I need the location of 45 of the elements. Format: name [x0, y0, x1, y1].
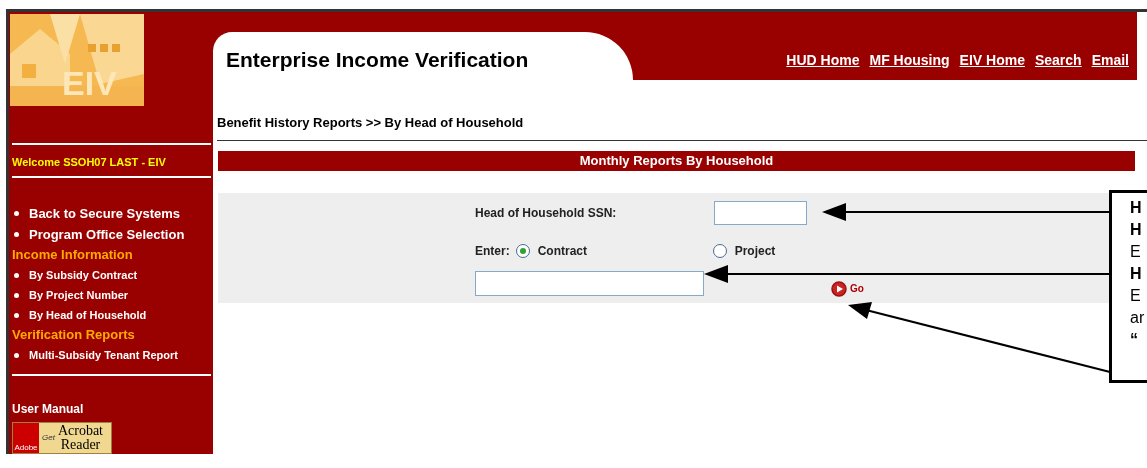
section-bar: Monthly Reports By Household — [218, 150, 1135, 171]
manual-heading: User Manual — [11, 401, 85, 419]
sidebar-heading: Verification Reports — [11, 326, 136, 345]
ssn-label: Head of Household SSN: — [475, 204, 618, 222]
sidebar-link[interactable]: Multi-Subsidy Tenant Report — [29, 345, 178, 366]
brand-text: Adobe — [14, 443, 38, 453]
callout-text: H — [1130, 198, 1143, 218]
radio-label: Project — [734, 242, 776, 260]
bullet-icon — [14, 211, 19, 217]
callout-text: H — [1130, 264, 1143, 284]
nav-link[interactable]: HUD Home — [786, 50, 860, 71]
callout-text: H — [1130, 220, 1143, 240]
sidebar-link[interactable]: By Project Number — [29, 285, 129, 306]
badge-text: Reader — [60, 438, 101, 453]
nav-link[interactable]: Email — [1091, 50, 1129, 71]
badge-small-text: Get — [42, 432, 55, 445]
enter-label: Enter: — [475, 242, 510, 260]
page-title: Enterprise Income Verification — [226, 48, 529, 71]
welcome-text: Welcome SSOH07 LAST - EIV — [11, 154, 167, 170]
radio-button[interactable] — [515, 243, 530, 258]
ssn-field[interactable] — [714, 200, 807, 225]
bullet-icon — [14, 272, 19, 278]
sidebar-link[interactable]: Program Office Selection — [29, 224, 185, 246]
sidebar-link[interactable]: By Subsidy Contract — [29, 265, 138, 286]
radio-label: Contract — [537, 242, 587, 260]
bullet-icon — [14, 292, 19, 298]
nav-link[interactable]: EIV Home — [959, 50, 1025, 71]
go-button[interactable]: Go — [831, 280, 864, 297]
bullet-icon — [14, 312, 19, 318]
nav-link[interactable]: MF Housing — [869, 50, 950, 71]
sidebar-link[interactable]: By Head of Household — [29, 305, 147, 326]
bullet-icon — [14, 232, 19, 238]
number-field[interactable] — [475, 271, 704, 296]
sidebar-link[interactable]: Back to Secure Systems — [29, 203, 181, 225]
callout-text: E — [1130, 242, 1142, 262]
breadcrumb: Benefit History Reports >> By Head of Household — [217, 114, 525, 132]
callout-text: ar — [1130, 308, 1146, 328]
nav-link[interactable]: Search — [1034, 50, 1082, 71]
bullet-icon — [14, 352, 19, 358]
callout-text: E — [1130, 286, 1142, 306]
badge-text: Acrobat — [57, 424, 103, 439]
play-icon — [831, 280, 847, 297]
sidebar-heading: Income Information — [11, 246, 134, 265]
radio-button[interactable] — [712, 243, 727, 258]
callout-text: “ — [1130, 330, 1139, 350]
